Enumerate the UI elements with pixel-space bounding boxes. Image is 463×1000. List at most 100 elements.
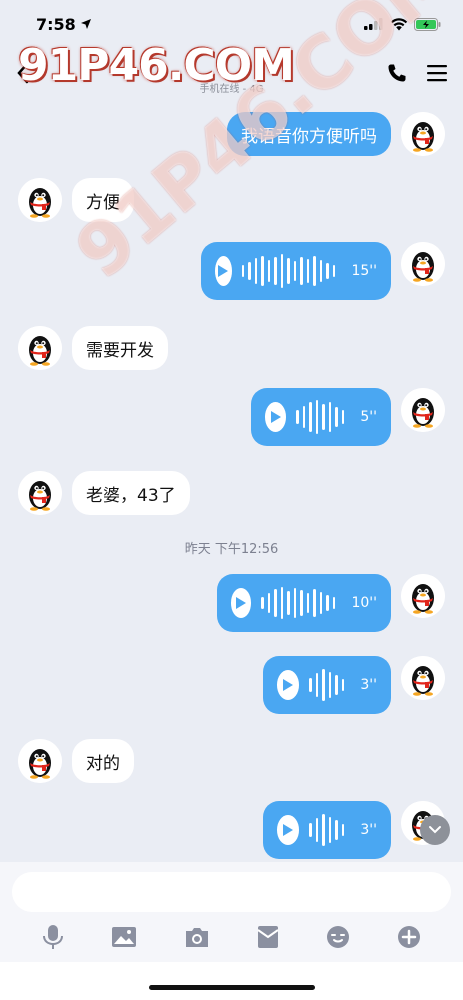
voice-duration: 15'' [351,263,377,279]
penguin-avatar-icon [18,471,62,515]
waveform-bar [328,402,332,432]
waveform-bar [315,400,319,434]
waveform-bar [335,675,338,695]
my-avatar[interactable] [401,388,445,432]
waveform-bar [326,595,329,611]
waveform-bar [280,587,284,619]
waveform [261,587,336,619]
time-divider: 昨天 下午12:56 [184,542,279,557]
penguin-avatar-icon [401,574,445,618]
text-message-bubble[interactable]: 方便 [72,178,134,222]
waveform-bar [300,590,303,616]
voice-duration: 3'' [360,677,377,693]
text-message-bubble[interactable]: 需要开发 [72,326,168,370]
play-button[interactable] [277,670,300,700]
waveform-bar [274,589,277,617]
voice-message-bubble[interactable]: 5'' [251,388,391,446]
waveform-bar [313,256,316,286]
play-icon [283,679,294,691]
penguin-avatar-icon [401,242,445,286]
waveform-bar [319,260,323,282]
play-button[interactable] [265,402,287,432]
waveform-bar [315,673,319,697]
waveform-bar [287,258,290,284]
waveform-bar [296,410,299,424]
waveform-bar [315,818,319,842]
waveform [296,400,345,434]
penguin-avatar-icon [401,112,445,156]
play-icon [283,824,294,836]
waveform-bar [332,265,336,277]
text-message-bubble[interactable]: 对的 [72,739,134,783]
waveform-bar [293,261,297,281]
message-row: 5'' [251,388,445,446]
waveform-bar [306,593,310,613]
waveform-bar [287,591,290,615]
voice-message-bubble[interactable]: 3'' [263,801,391,859]
scroll-to-bottom-button[interactable] [420,815,450,845]
waveform-bar [335,407,338,427]
contact-avatar[interactable] [18,178,62,222]
waveform-bar [341,679,345,691]
online-status: 手机在线 - 4G [199,84,264,95]
waveform [309,814,345,846]
waveform-bar [274,257,277,285]
waveform-bar [332,597,336,609]
message-row: 我语音你方便听吗 [227,112,445,156]
my-avatar[interactable] [401,242,445,286]
home-indicator [149,985,315,990]
penguin-avatar-icon [18,739,62,783]
home-area [0,962,463,1000]
message-input[interactable] [12,872,451,912]
red-packet-icon[interactable] [257,925,279,949]
waveform-bar [267,260,271,282]
waveform-bar [309,402,312,432]
play-icon [218,265,229,277]
mic-icon[interactable] [42,924,64,950]
waveform-bar [322,404,325,430]
camera-icon[interactable] [184,926,210,948]
waveform-bar [254,258,258,284]
text-message-bubble[interactable]: 我语音你方便听吗 [227,112,391,156]
message-row: 需要开发 [18,326,168,370]
wifi-icon [390,17,408,30]
voice-duration: 10'' [351,595,377,611]
plus-icon[interactable] [397,925,421,949]
waveform-bar [293,588,297,618]
emoji-icon[interactable] [326,925,350,949]
voice-message-bubble[interactable]: 3'' [263,656,391,714]
my-avatar[interactable] [401,656,445,700]
waveform-bar [306,259,310,283]
input-area [0,862,463,962]
chevron-down-icon [429,826,441,834]
waveform-bar [328,817,332,843]
message-row: 方便 [18,178,134,222]
waveform-bar [300,257,303,285]
waveform-bar [322,669,325,701]
contact-avatar[interactable] [18,471,62,515]
play-button[interactable] [231,588,252,618]
waveform-bar [241,265,245,277]
image-icon[interactable] [111,926,137,948]
waveform-bar [309,823,312,837]
contact-avatar[interactable] [18,739,62,783]
play-button[interactable] [215,256,232,286]
battery-charging-icon [414,17,441,31]
my-avatar[interactable] [401,112,445,156]
status-time: 7:58 [36,15,92,34]
text-message-bubble[interactable]: 老婆，43了 [72,471,190,515]
waveform-bar [313,589,316,617]
penguin-avatar-icon [18,326,62,370]
voice-message-bubble[interactable]: 15'' [201,242,391,300]
penguin-avatar-icon [401,388,445,432]
message-row: 3'' [263,656,445,714]
play-button[interactable] [277,815,300,845]
contact-avatar[interactable] [18,326,62,370]
waveform-bar [322,814,325,846]
location-arrow-icon [80,19,91,29]
status-icons [364,17,441,31]
my-avatar[interactable] [401,574,445,618]
penguin-avatar-icon [18,178,62,222]
waveform-bar [267,593,271,613]
voice-message-bubble[interactable]: 10'' [217,574,391,632]
